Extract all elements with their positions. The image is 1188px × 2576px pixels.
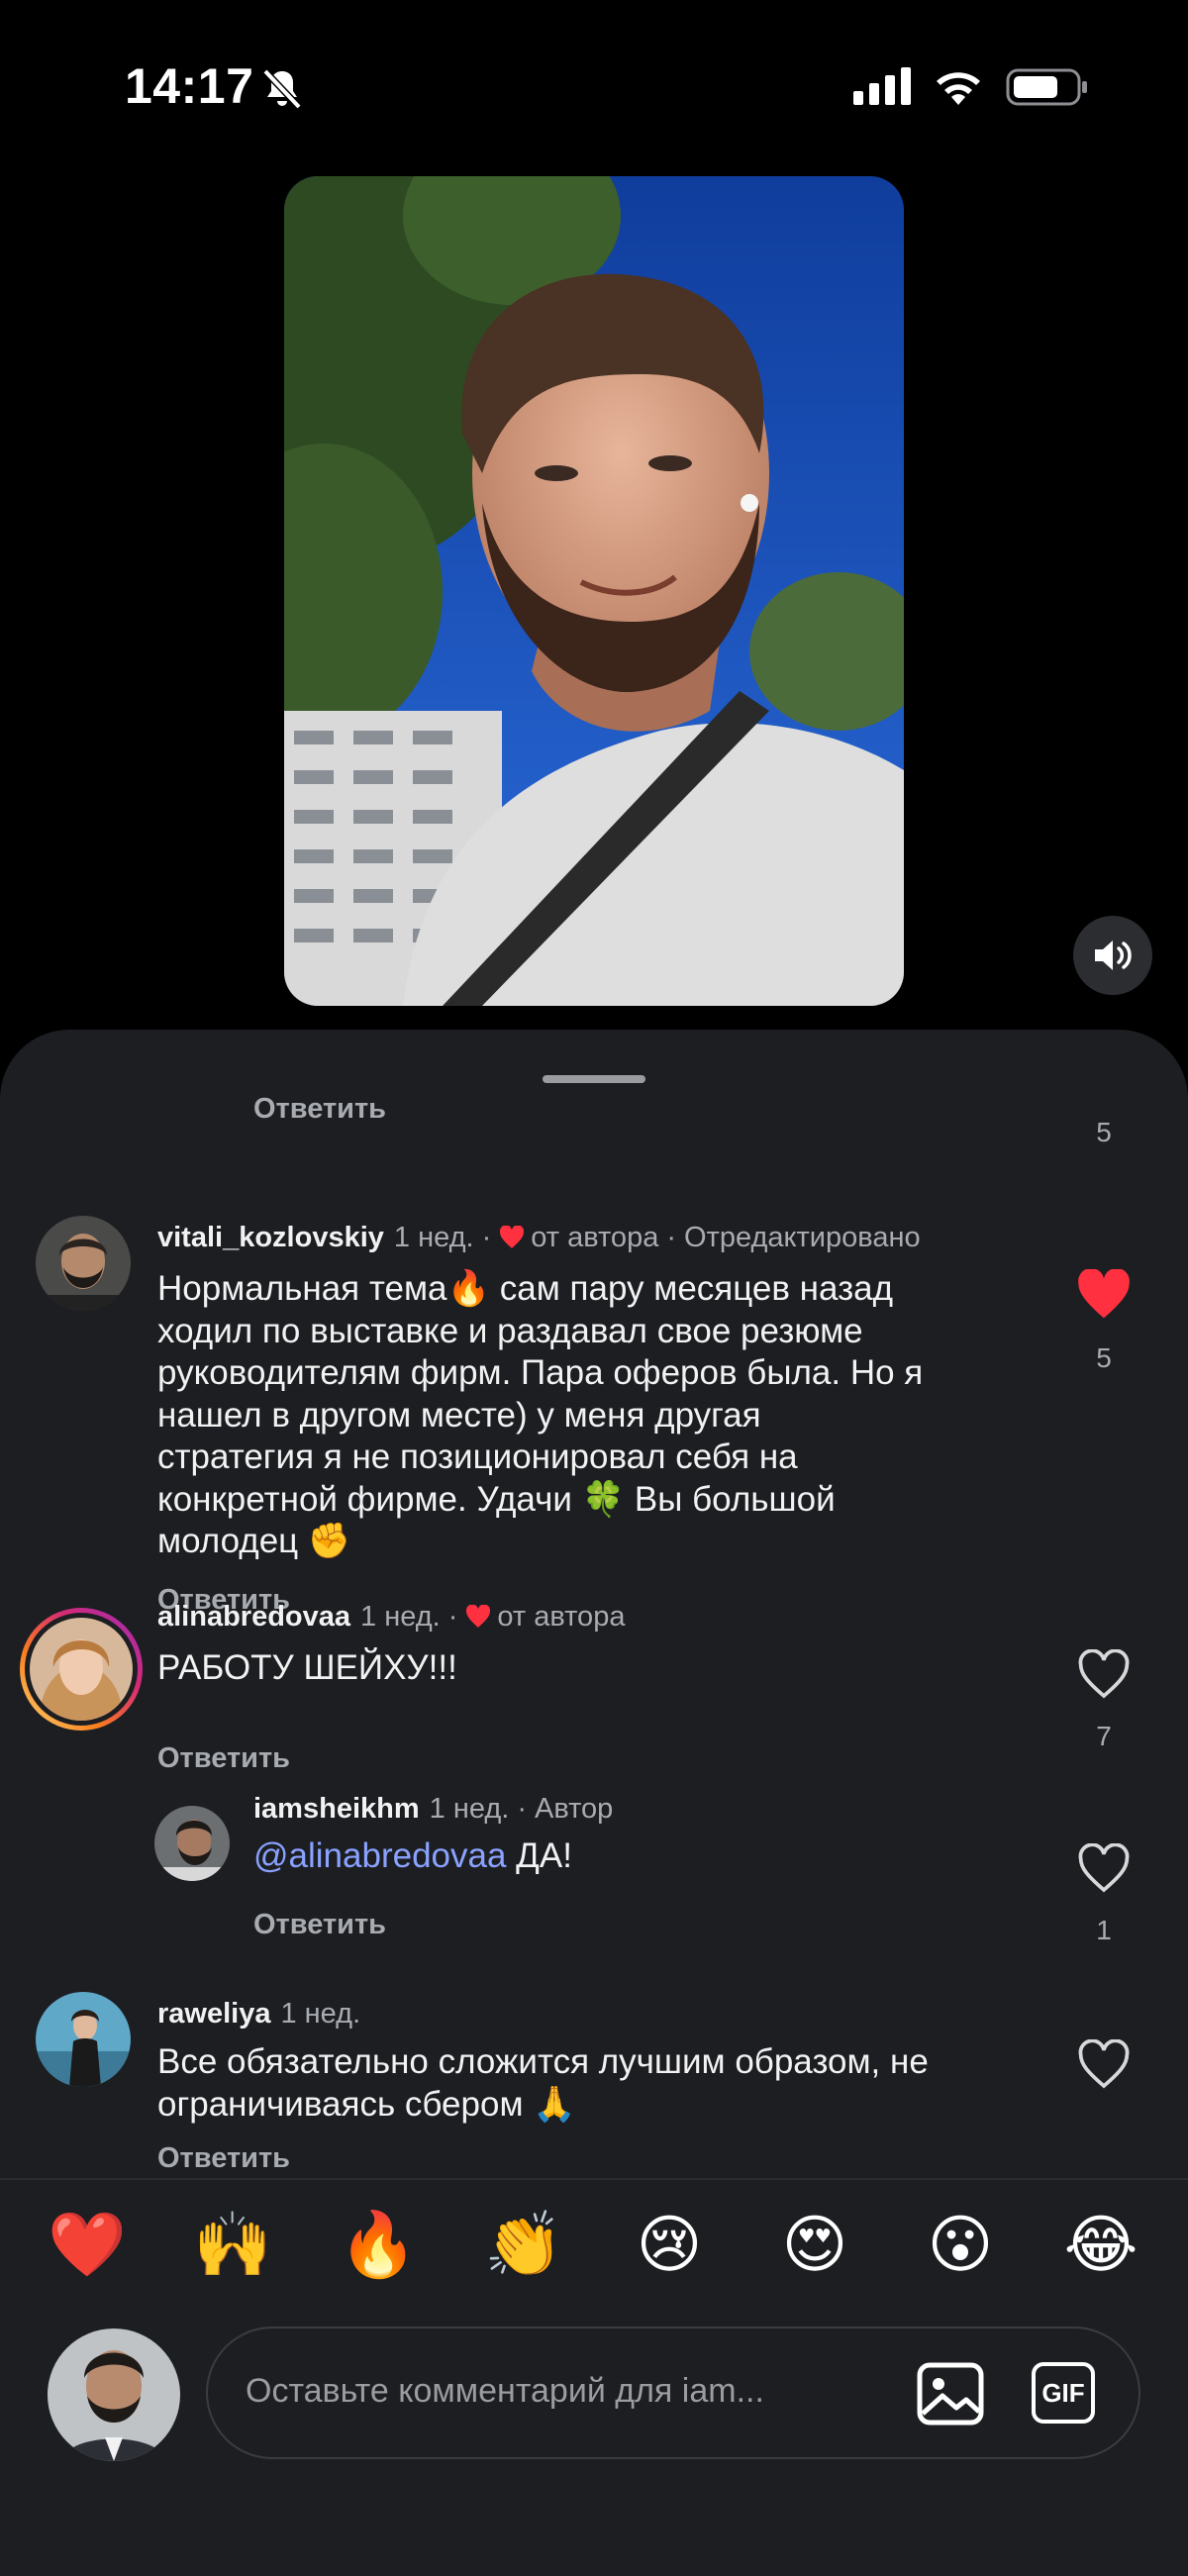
heart-outline-icon[interactable]: [1076, 1843, 1132, 1895]
current-user-avatar: [48, 2328, 180, 2461]
comment-text: @alinabredovaa ДА!: [253, 1836, 572, 1875]
emoji-clap-button[interactable]: 👏: [484, 2206, 563, 2285]
avatar[interactable]: [36, 1216, 131, 1311]
heart-filled-icon: [500, 1226, 525, 1248]
comment-meta: vitali_kozlovskiy 1 нед. · от автора · Отреда…: [157, 1222, 921, 1253]
edited-label: Отредактировано: [684, 1222, 921, 1253]
comment-meta: alinabredovaa 1 нед. · от автора: [157, 1601, 626, 1633]
emoji-heart-button[interactable]: ❤️: [48, 2206, 127, 2285]
reply-button[interactable]: Ответить: [157, 1742, 290, 1775]
status-bar: 14:17: [0, 0, 1188, 168]
comment-input[interactable]: Оставьте комментарий для iam... GIF: [206, 2327, 1140, 2459]
username[interactable]: vitali_kozlovskiy: [157, 1222, 384, 1253]
wifi-icon: [937, 72, 980, 105]
liked-by-author: от автора: [531, 1222, 659, 1253]
comment-time: 1 нед.: [360, 1601, 441, 1633]
gif-button[interactable]: GIF: [1032, 2362, 1095, 2424]
username[interactable]: raweliya: [157, 1998, 270, 2030]
battery-icon: [1006, 68, 1087, 106]
mention-link[interactable]: @alinabredovaa: [253, 1836, 506, 1875]
video-player[interactable]: [284, 176, 904, 1006]
comment-time: 1 нед.: [393, 1222, 474, 1253]
reply-button[interactable]: Ответить: [253, 1909, 386, 1941]
author-badge: Автор: [534, 1793, 614, 1825]
avatar[interactable]: [36, 1992, 131, 2087]
divider: [0, 2178, 1188, 2180]
emoji-heart-eyes-button[interactable]: 😍: [775, 2206, 854, 2285]
heart-outline-icon[interactable]: [1076, 2039, 1132, 2091]
like-count: 7: [1096, 1721, 1112, 1751]
reply-button[interactable]: Ответить: [253, 1093, 386, 1126]
emoji-raised-hands-button[interactable]: 🙌: [193, 2206, 272, 2285]
comment-input-placeholder: Оставьте комментарий для iam...: [246, 2372, 764, 2410]
comment-time: 1 нед.: [280, 1998, 361, 2030]
heart-outline-icon[interactable]: [1076, 1649, 1132, 1701]
comment-time: 1 нед.: [429, 1793, 510, 1825]
comment-text: Нормальная тема🔥 сам пару месяцев назад …: [157, 1269, 924, 1560]
sound-toggle-button[interactable]: [1073, 916, 1152, 995]
speaker-icon: [1095, 941, 1132, 970]
username[interactable]: alinabredovaa: [157, 1601, 350, 1633]
heart-filled-icon[interactable]: [1076, 1269, 1132, 1321]
avatar[interactable]: [154, 1806, 230, 1881]
username[interactable]: iamsheikhm: [253, 1793, 420, 1825]
like-count: 5: [1096, 1342, 1112, 1373]
reply-button[interactable]: Ответить: [157, 2142, 290, 2175]
cellular-signal-icon: [853, 67, 911, 105]
comment-text: Все обязательно сложится лучшим образом,…: [157, 2042, 929, 2124]
image-icon[interactable]: [917, 2362, 984, 2426]
heart-filled-icon: [466, 1605, 491, 1628]
emoji-crying-button[interactable]: 😢: [630, 2206, 709, 2285]
video-frame: [284, 176, 904, 1006]
comment-meta: raweliya 1 нед.: [157, 1998, 360, 2031]
emoji-surprised-button[interactable]: 😮: [921, 2206, 1000, 2285]
sheet-drag-handle[interactable]: [543, 1075, 645, 1083]
emoji-laughing-button[interactable]: 😂: [1061, 2206, 1140, 2285]
avatar-story-ring[interactable]: [20, 1608, 143, 1731]
liked-by-author: от автора: [497, 1601, 626, 1633]
like-count: 5: [1096, 1117, 1112, 1147]
emoji-fire-button[interactable]: 🔥: [339, 2206, 418, 2285]
like-count: 1: [1096, 1915, 1112, 1945]
comment-text: РАБОТУ ШЕЙХУ!!!: [157, 1648, 457, 1687]
comment-meta: iamsheikhm 1 нед. · Автор: [253, 1793, 614, 1825]
status-time: 14:17: [125, 58, 254, 114]
bell-slash-icon: [262, 68, 302, 110]
emoji-reaction-bar: ❤️ 🙌 🔥 👏 😢 😍 😮 😂: [0, 2206, 1188, 2285]
